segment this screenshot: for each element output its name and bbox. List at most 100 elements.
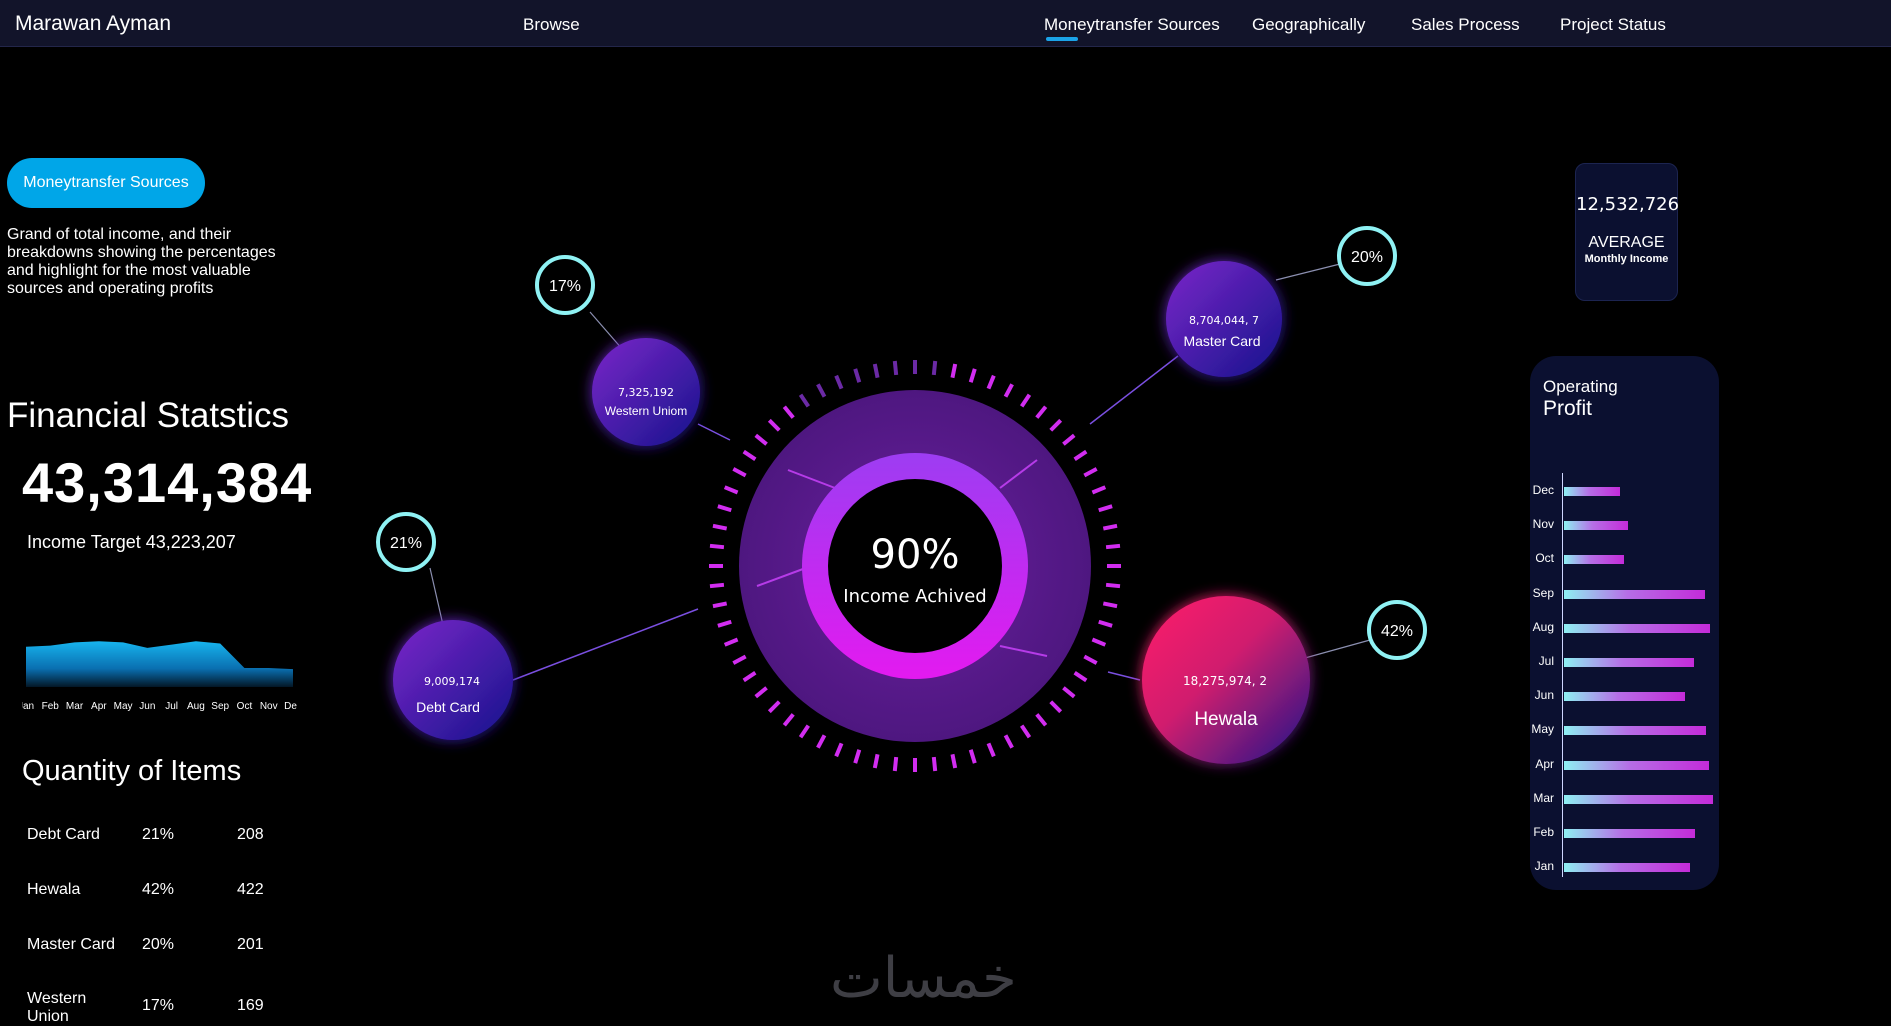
gauge-tick xyxy=(1105,543,1121,550)
gauge-tick xyxy=(834,374,844,390)
gauge-tick xyxy=(782,405,795,419)
bar xyxy=(1564,760,1709,770)
gauge-tick xyxy=(1003,383,1014,398)
bar xyxy=(1564,692,1685,702)
bar-label: Jan xyxy=(1534,859,1554,874)
bar-label: Apr xyxy=(1535,756,1554,771)
gauge-tick xyxy=(834,742,844,758)
leader-line xyxy=(429,567,444,626)
bubble-value: 8,704,044, 7 xyxy=(1189,314,1259,327)
x-tick-label: Apr xyxy=(91,701,107,712)
gauge-tick xyxy=(782,713,795,727)
gauge-tick xyxy=(798,724,810,739)
bar-label: Mar xyxy=(1533,790,1554,805)
bar-label: May xyxy=(1531,722,1554,737)
financial-statistics-title: Financial Statstics xyxy=(7,396,290,435)
average-sublabel: Monthly Income xyxy=(1584,253,1669,265)
gauge-tick xyxy=(1091,637,1107,647)
gauge-tick xyxy=(712,601,728,609)
nav-browse[interactable]: Browse xyxy=(523,15,580,35)
bubble-value: 18,275,974, 2 xyxy=(1183,674,1267,688)
bar-chart-axis xyxy=(1562,473,1563,877)
gauge-tick xyxy=(742,671,757,683)
source-percent: 17% xyxy=(142,997,175,1014)
bar xyxy=(1564,623,1710,633)
gauge-center xyxy=(828,479,1002,653)
x-tick-label: May xyxy=(114,701,133,712)
active-tab-indicator xyxy=(1046,37,1078,41)
gauge-tick xyxy=(1083,467,1098,478)
gauge-tick xyxy=(853,368,862,383)
gauge-tick xyxy=(986,374,996,390)
gauge-tick xyxy=(1091,485,1107,495)
bar-label: Dec xyxy=(1532,483,1554,497)
gauge-tick xyxy=(892,756,899,772)
bar-row: Jan xyxy=(1530,859,1719,874)
percent-label: 17% xyxy=(549,278,581,295)
connector-line xyxy=(512,608,699,681)
gauge-tick xyxy=(767,700,781,714)
gauge-tick xyxy=(723,637,739,647)
source-quantity: 208 xyxy=(237,826,264,843)
percent-ring xyxy=(535,255,595,315)
total-income-value: 43,314,384 xyxy=(22,451,313,514)
gauge-tick xyxy=(1073,449,1088,461)
bar-row: May xyxy=(1530,722,1719,737)
x-tick-label: Jun xyxy=(139,701,155,712)
tab-geographically[interactable]: Geographically xyxy=(1252,15,1365,35)
gauge-tick xyxy=(767,418,781,432)
bubble-name: Hewala xyxy=(1194,709,1258,730)
bar xyxy=(1564,829,1696,838)
gauge-tick xyxy=(1020,724,1032,739)
gauge-tick xyxy=(950,753,958,769)
bar-label: Feb xyxy=(1533,825,1554,839)
percent-ring xyxy=(1367,600,1427,660)
percent-label: 42% xyxy=(1381,623,1413,640)
gauge-tick xyxy=(717,504,732,513)
gauge-tick-ring xyxy=(709,360,1121,772)
x-tick-label: Feb xyxy=(42,701,60,712)
source-quantity: 201 xyxy=(237,936,264,953)
bar-label: Jun xyxy=(1534,688,1554,703)
gauge-tick xyxy=(717,619,732,628)
source-name: Master Card xyxy=(27,936,116,953)
gauge-outer-disc xyxy=(739,390,1091,742)
bubble-hewala xyxy=(1142,596,1310,764)
source-name: Hewala xyxy=(27,881,81,898)
bar xyxy=(1564,555,1625,565)
bar xyxy=(1564,521,1628,531)
bar xyxy=(1564,658,1695,667)
moneytransfer-sources-button[interactable]: Moneytransfer Sources xyxy=(7,158,205,208)
tab-sales-process[interactable]: Sales Process xyxy=(1411,15,1520,35)
operating-profit-title: Operating xyxy=(1543,377,1618,396)
source-percent: 20% xyxy=(142,936,175,953)
gauge-tick xyxy=(709,582,725,589)
gauge-tick xyxy=(709,543,725,550)
bar-row: Jul xyxy=(1530,654,1719,669)
source-name: Debt Card xyxy=(27,826,100,843)
average-value: 12,532,726 xyxy=(1576,194,1680,215)
tab-moneytransfer-sources[interactable]: Moneytransfer Sources xyxy=(1044,15,1220,35)
table-row: Hewala 42% 422 xyxy=(27,873,297,913)
percent-ring xyxy=(376,512,436,572)
gauge-tick xyxy=(1049,700,1063,714)
tab-project-status[interactable]: Project Status xyxy=(1560,15,1666,35)
gauge-tick xyxy=(1102,523,1118,531)
gauge-tick xyxy=(754,433,768,446)
page-description: Grand of total income, and their breakdo… xyxy=(7,226,276,297)
gauge-progress-ring xyxy=(802,453,1028,679)
gauge-tick xyxy=(1105,582,1121,589)
gauge-tick xyxy=(816,383,827,398)
bar-row: Feb xyxy=(1530,825,1719,840)
gauge-tick xyxy=(798,393,810,408)
bubble-master-card xyxy=(1166,261,1282,377)
leader-line xyxy=(1304,639,1371,659)
x-tick-label: Jul xyxy=(165,701,178,712)
bar xyxy=(1564,487,1620,496)
gauge-tick xyxy=(931,360,938,376)
gauge-percent: 90% xyxy=(871,532,960,578)
connector-line xyxy=(1089,355,1179,425)
source-name: Western Union xyxy=(27,990,87,1025)
gauge-accent xyxy=(787,469,836,489)
bar xyxy=(1564,794,1714,804)
